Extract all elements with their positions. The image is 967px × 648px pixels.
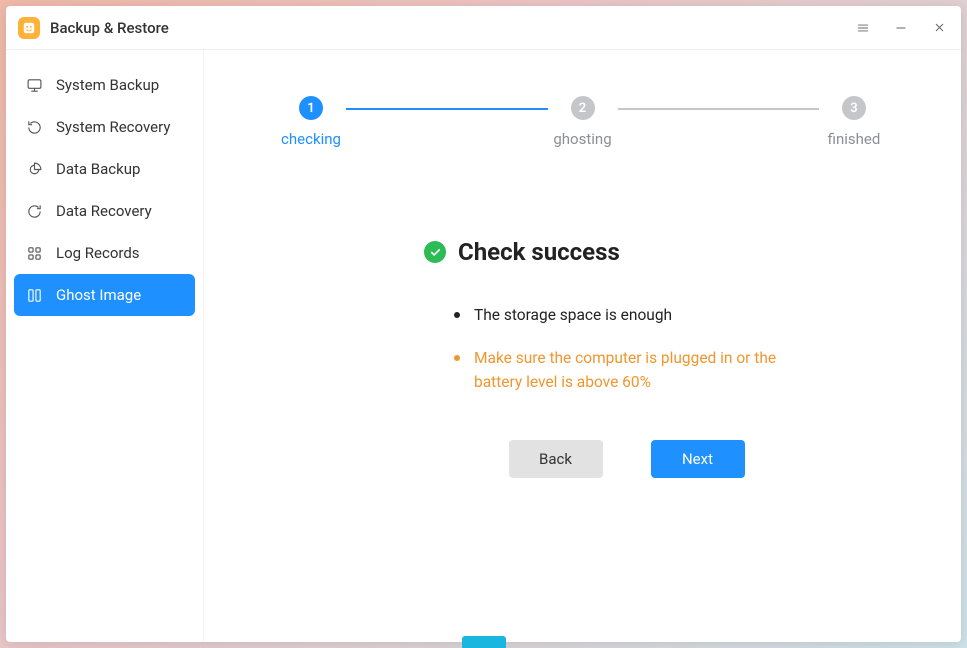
footer-buttons: Back Next <box>424 440 829 478</box>
step-connector <box>346 108 548 110</box>
status-title: Check success <box>458 238 620 266</box>
back-button[interactable]: Back <box>509 440 603 478</box>
app-logo-icon <box>18 17 40 39</box>
sidebar-item-label: Data Backup <box>56 160 140 178</box>
close-icon[interactable] <box>929 18 949 38</box>
menu-icon[interactable] <box>853 18 873 38</box>
sidebar-item-label: Ghost Image <box>56 286 141 304</box>
step-label: checking <box>281 130 341 148</box>
sidebar-item-log-records[interactable]: Log Records <box>14 232 195 274</box>
window-controls <box>853 18 949 38</box>
step-ghosting: 2 ghosting <box>548 96 618 148</box>
sidebar-item-system-recovery[interactable]: System Recovery <box>14 106 195 148</box>
bullet-power-warning: Make sure the computer is plugged in or … <box>454 347 829 394</box>
step-number: 3 <box>842 96 866 120</box>
status-bullets: The storage space is enough Make sure th… <box>424 304 829 394</box>
step-checking: 1 checking <box>276 96 346 148</box>
status-row: Check success <box>424 238 829 266</box>
body: System Backup System Recovery Data Backu… <box>6 50 961 642</box>
bullet-dot-icon <box>454 355 460 361</box>
grid-icon <box>24 243 44 263</box>
stepper: 1 checking 2 ghosting 3 finished <box>276 96 889 148</box>
sidebar-item-label: Log Records <box>56 244 140 262</box>
app-window: Backup & Restore System Backup <box>6 6 961 642</box>
step-label: finished <box>828 130 881 148</box>
bullet-storage: The storage space is enough <box>454 304 829 327</box>
refresh-icon <box>24 201 44 221</box>
bullet-dot-icon <box>454 312 460 318</box>
columns-icon <box>24 285 44 305</box>
titlebar: Backup & Restore <box>6 6 961 50</box>
step-connector <box>618 108 820 110</box>
step-number: 1 <box>299 96 323 120</box>
step-label: ghosting <box>553 130 611 148</box>
sidebar-item-data-backup[interactable]: Data Backup <box>14 148 195 190</box>
app-title: Backup & Restore <box>50 19 169 37</box>
check-success-icon <box>424 241 446 263</box>
step-finished: 3 finished <box>819 96 889 148</box>
main-panel: 1 checking 2 ghosting 3 finished <box>204 50 961 642</box>
restore-icon <box>24 117 44 137</box>
sidebar-item-label: Data Recovery <box>56 202 152 220</box>
bullet-text: The storage space is enough <box>474 304 672 327</box>
sidebar-item-label: System Recovery <box>56 118 170 136</box>
sidebar-item-data-recovery[interactable]: Data Recovery <box>14 190 195 232</box>
sidebar-item-ghost-image[interactable]: Ghost Image <box>14 274 195 316</box>
content: Check success The storage space is enoug… <box>276 238 889 478</box>
minimize-icon[interactable] <box>891 18 911 38</box>
bottom-handle-icon <box>462 636 506 648</box>
sidebar: System Backup System Recovery Data Backu… <box>6 50 204 642</box>
monitor-icon <box>24 75 44 95</box>
disk-icon <box>24 159 44 179</box>
bullet-text: Make sure the computer is plugged in or … <box>474 347 784 394</box>
sidebar-item-label: System Backup <box>56 76 159 94</box>
step-number: 2 <box>571 96 595 120</box>
sidebar-item-system-backup[interactable]: System Backup <box>14 64 195 106</box>
next-button[interactable]: Next <box>651 440 745 478</box>
